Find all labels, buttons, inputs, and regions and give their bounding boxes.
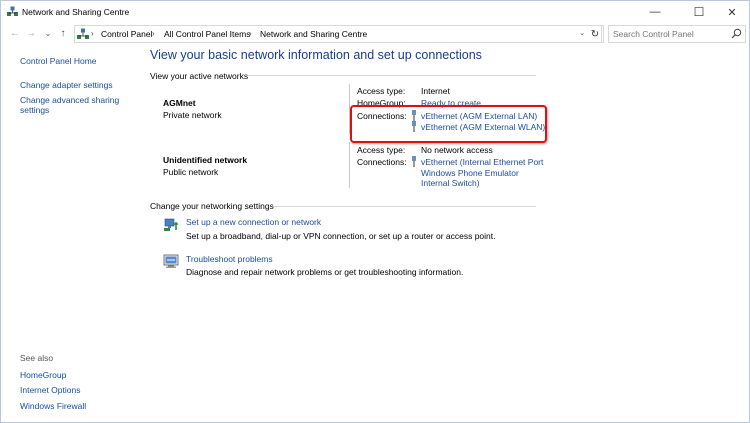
homegroup-link[interactable]: HomeGroup <box>20 370 66 380</box>
connections-highlight-box <box>350 105 547 143</box>
new-connection-icon <box>164 218 178 231</box>
sidebar: Control Panel Home Change adapter settin… <box>1 44 146 422</box>
search-box[interactable] <box>608 25 746 43</box>
network-name: Unidentified network <box>163 155 248 165</box>
close-button[interactable]: ✕ <box>715 1 749 23</box>
access-type-label: Access type: <box>357 145 406 155</box>
troubleshoot-icon <box>163 254 179 268</box>
setup-connection-link[interactable]: Set up a new connection or network <box>186 217 321 227</box>
change-adapter-settings-link[interactable]: Change adapter settings <box>20 80 113 90</box>
page-title: View your basic network information and … <box>150 48 482 62</box>
section-divider <box>273 206 536 207</box>
minimize-button[interactable]: — <box>638 1 672 23</box>
troubleshoot-link[interactable]: Troubleshoot problems <box>186 254 273 264</box>
search-icon[interactable] <box>731 28 742 39</box>
search-input[interactable] <box>613 27 725 40</box>
network-category: Public network <box>163 167 219 177</box>
refresh-button[interactable]: ↻ <box>587 25 604 43</box>
breadcrumb[interactable]: › Control Panel › All Control Panel Item… <box>74 25 602 43</box>
section-divider <box>248 75 536 76</box>
connections-label: Connections: <box>357 157 407 167</box>
windows-firewall-link[interactable]: Windows Firewall <box>20 401 86 411</box>
network-sharing-window: Network and Sharing Centre — ☐ ✕ ← → ⌄ ↑… <box>0 0 750 423</box>
connection-link-internal[interactable]: vEthernet (Internal Ethernet Port <box>421 157 543 167</box>
access-type-label: Access type: <box>357 86 406 96</box>
troubleshoot-desc: Diagnose and repair network problems or … <box>186 267 464 277</box>
breadcrumb-separator: › <box>249 29 252 38</box>
control-panel-home-link[interactable]: Control Panel Home <box>20 56 97 66</box>
window-title: Network and Sharing Centre <box>22 7 130 17</box>
up-button[interactable]: ↑ <box>56 26 70 40</box>
connection-link-internal-line3[interactable]: Internal Switch) <box>421 178 480 188</box>
maximize-button[interactable]: ☐ <box>682 1 716 23</box>
crumb-control-panel[interactable]: Control Panel <box>101 29 153 39</box>
back-button[interactable]: ← <box>8 26 22 40</box>
internet-options-link[interactable]: Internet Options <box>20 385 80 395</box>
network-name: AGMnet <box>163 98 196 108</box>
ethernet-icon <box>412 156 416 167</box>
see-also-label: See also <box>20 353 54 363</box>
active-networks-label: View your active networks <box>150 71 249 81</box>
address-bar: ← → ⌄ ↑ › Control Panel › All Control Pa… <box>1 23 749 44</box>
breadcrumb-separator: › <box>91 29 94 38</box>
network-app-icon <box>7 6 18 16</box>
forward-button[interactable]: → <box>24 26 38 40</box>
crumb-all-items[interactable]: All Control Panel Items <box>164 29 250 39</box>
change-advanced-sharing-link-line2[interactable]: settings <box>20 105 49 115</box>
setup-connection-desc: Set up a broadband, dial-up or VPN conne… <box>186 231 496 241</box>
network-category: Private network <box>163 110 222 120</box>
crumb-network-sharing[interactable]: Network and Sharing Centre <box>260 29 367 39</box>
connection-link-internal-line2[interactable]: Windows Phone Emulator <box>421 168 519 178</box>
access-type-value: No network access <box>421 145 493 155</box>
change-settings-label: Change your networking settings <box>150 201 274 211</box>
address-dropdown-button[interactable]: ⌄ <box>579 29 585 37</box>
access-type-value: Internet <box>421 86 450 96</box>
control-panel-icon <box>77 28 89 39</box>
breadcrumb-separator: › <box>152 29 155 38</box>
network-divider <box>349 142 350 188</box>
title-bar: Network and Sharing Centre — ☐ ✕ <box>1 1 749 23</box>
change-advanced-sharing-link[interactable]: Change advanced sharing <box>20 95 119 105</box>
recent-locations-button[interactable]: ⌄ <box>41 26 55 40</box>
